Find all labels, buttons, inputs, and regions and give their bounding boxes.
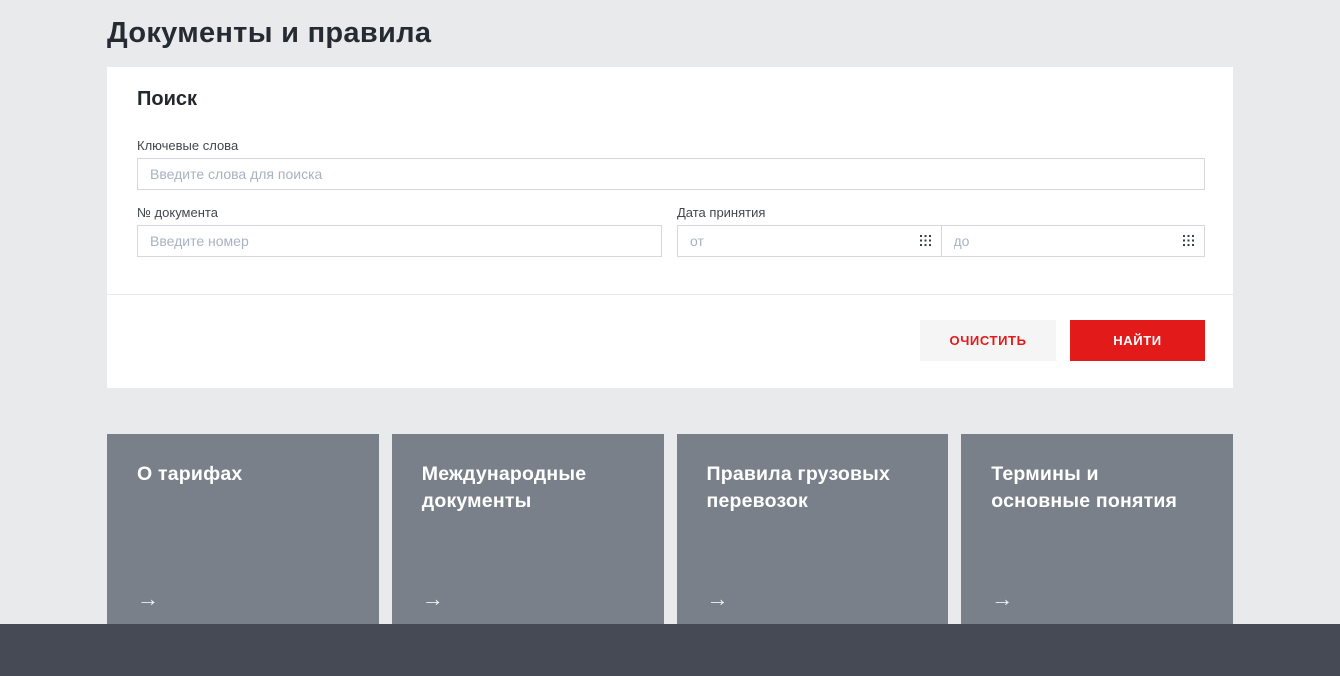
clear-button[interactable]: ОЧИСТИТЬ (920, 320, 1056, 361)
card-title: О тарифах (137, 463, 243, 485)
category-cards: О тарифах → Международные документы → Пр… (107, 434, 1233, 624)
date-range-group (677, 225, 1205, 257)
panel-divider (107, 294, 1233, 295)
keywords-label: Ключевые слова (137, 138, 239, 153)
doc-number-label: № документа (137, 205, 218, 220)
doc-number-input[interactable] (137, 225, 662, 257)
date-to-input[interactable] (941, 226, 1204, 256)
date-to-box (940, 225, 1205, 257)
card-title: Правила грузовых перевозок (706, 463, 891, 513)
keywords-input[interactable] (137, 158, 1205, 190)
arrow-right-icon[interactable]: → (422, 588, 444, 610)
page-footer (0, 624, 1340, 676)
card-title: Термины и основные понятия (991, 463, 1178, 513)
date-from-box (677, 225, 942, 257)
search-panel: Поиск Ключевые слова № документа Дата пр… (107, 67, 1233, 388)
card-tariffs[interactable]: О тарифах → (107, 434, 379, 624)
arrow-right-icon[interactable]: → (707, 588, 729, 610)
card-title: Международные документы (421, 463, 587, 513)
arrow-right-icon[interactable]: → (991, 588, 1013, 610)
find-button[interactable]: НАЙТИ (1070, 320, 1205, 361)
calendar-icon[interactable] (1183, 235, 1194, 246)
date-label: Дата принятия (677, 205, 766, 220)
arrow-right-icon[interactable]: → (137, 588, 159, 610)
date-from-input[interactable] (678, 226, 941, 256)
search-heading: Поиск (137, 88, 198, 110)
page-title: Документы и правила (107, 17, 432, 49)
calendar-icon[interactable] (919, 235, 931, 246)
card-cargo-rules[interactable]: Правила грузовых перевозок → (676, 434, 949, 624)
card-terms-concepts[interactable]: Термины и основные понятия → (961, 434, 1233, 624)
card-international-documents[interactable]: Международные документы → (391, 434, 664, 624)
